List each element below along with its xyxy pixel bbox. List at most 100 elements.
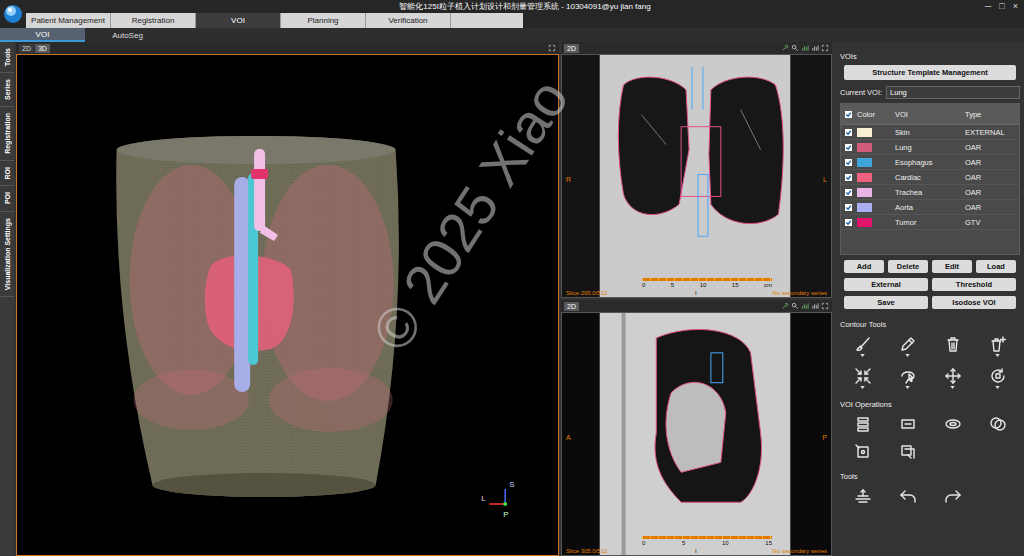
main-tab[interactable]: Planning [281,13,366,28]
checkbox[interactable] [845,189,852,196]
ct-slice[interactable]: RL051015cmISlice 295.0/512No secondary s… [561,54,832,298]
panel-button[interactable]: Load [976,260,1016,273]
side-tab[interactable]: Tools [4,48,11,66]
expand-icon[interactable] [821,44,829,52]
color-swatch[interactable] [857,218,872,227]
zoom-icon[interactable] [791,302,799,310]
export-icon[interactable] [899,443,917,461]
scale-bar: 051015cm [642,278,772,288]
sub-tab[interactable]: AutoSeg [85,28,170,42]
redo-icon[interactable] [944,487,962,505]
bars-icon[interactable] [801,302,809,310]
view-mode-tab[interactable]: 3D [35,44,50,53]
move-icon[interactable] [944,367,962,385]
sub-tabs: VOIAutoSeg [0,28,1024,42]
logo [0,0,26,28]
side-tab[interactable]: ROI [4,167,11,179]
shrink-icon[interactable] [854,367,872,385]
table-row[interactable]: SkinEXTERNAL [841,125,1019,140]
logo-icon [3,4,23,24]
dropdown-icon[interactable] [905,386,910,389]
slice-label: Slice 295.0/512 [566,290,607,296]
bars-icon[interactable] [801,44,809,52]
checkbox[interactable] [845,129,852,136]
panel-button[interactable]: Delete [888,260,928,273]
side-tab[interactable]: POI [4,192,11,204]
pen-icon[interactable] [899,335,917,353]
panel-button[interactable]: Threshold [932,278,1016,291]
checkbox[interactable] [845,144,852,151]
checkbox[interactable] [845,204,852,211]
view-mode-tab[interactable]: 2D [564,44,579,53]
color-swatch[interactable] [857,143,872,152]
intersect-icon[interactable] [989,415,1007,433]
table-row[interactable]: AortaOAR [841,200,1019,215]
panel-button[interactable]: Isodose VOI [932,296,1016,309]
window-control[interactable]: × [1013,2,1018,11]
side-tab[interactable]: Visualization Settings [4,218,11,290]
template-button[interactable]: Structure Template Management [844,65,1016,80]
level-icon[interactable] [854,487,872,505]
dropdown-icon[interactable] [905,354,910,357]
undo-icon[interactable] [899,487,917,505]
window-control[interactable]: ─ [985,2,991,11]
ring-icon[interactable] [944,415,962,433]
bars-icon[interactable] [811,44,819,52]
side-tab[interactable]: Series [4,79,11,100]
table-row[interactable]: EsophagusOAR [841,155,1019,170]
color-swatch[interactable] [857,158,872,167]
dropdown-icon[interactable] [950,386,955,389]
color-swatch[interactable] [857,188,872,197]
view-mode-tab[interactable]: 2D [564,302,579,311]
panel-button[interactable]: Save [844,296,928,309]
expand-icon[interactable] [821,302,829,310]
table-row[interactable]: LungOAR [841,140,1019,155]
scale-tick: 10 [700,282,707,288]
expand-icon[interactable] [548,44,556,52]
dropdown-icon[interactable] [995,354,1000,357]
brush-icon[interactable] [854,335,872,353]
wrench-icon[interactable] [781,44,789,52]
current-voi-field[interactable]: Lung [886,86,1020,99]
scale-tick: 15 [732,282,739,288]
bars-icon[interactable] [811,302,819,310]
panel-button[interactable]: External [844,278,928,291]
color-swatch[interactable] [857,203,872,212]
orientation-axes: SLP [481,480,514,519]
render-3d[interactable]: SLP [16,54,559,556]
slice-label: Slice 305.0/512 [566,548,607,554]
table-row[interactable]: TumorGTV [841,215,1019,230]
checkbox[interactable] [845,174,852,181]
dropdown-icon[interactable] [860,354,865,357]
main-tab[interactable]: VOI [196,13,281,28]
rotate-icon[interactable] [989,367,1007,385]
main-tab[interactable]: Verification [366,13,451,28]
panel-button[interactable]: Edit [932,260,972,273]
dropdown-icon[interactable] [860,386,865,389]
color-swatch[interactable] [857,173,872,182]
trash-icon[interactable] [944,335,962,353]
layers-icon[interactable] [854,415,872,433]
side-tab[interactable]: Registration [4,113,11,154]
merge-icon[interactable] [899,415,917,433]
view-mode-tab[interactable]: 2D [19,44,34,53]
main-tab[interactable]: Patient Management [26,13,111,28]
checkbox[interactable] [845,219,852,226]
checkbox[interactable] [845,111,852,118]
dropdown-icon[interactable] [995,386,1000,389]
zoom-icon[interactable] [791,44,799,52]
checkbox[interactable] [845,159,852,166]
svg-text:L: L [481,494,486,503]
window-control[interactable]: □ [999,2,1004,11]
sub-tab[interactable]: VOI [0,28,85,42]
wrench-icon[interactable] [781,302,789,310]
crop-icon[interactable] [854,443,872,461]
main-tab[interactable]: Registration [111,13,196,28]
panel-button[interactable]: Add [844,260,884,273]
trash-plus-icon[interactable] [989,335,1007,353]
lasso-icon[interactable] [899,367,917,385]
ct-slice[interactable]: AP051015ISlice 305.0/512No secondary ser… [561,312,832,556]
color-swatch[interactable] [857,128,872,137]
table-row[interactable]: CardiacOAR [841,170,1019,185]
table-row[interactable]: TracheaOAR [841,185,1019,200]
